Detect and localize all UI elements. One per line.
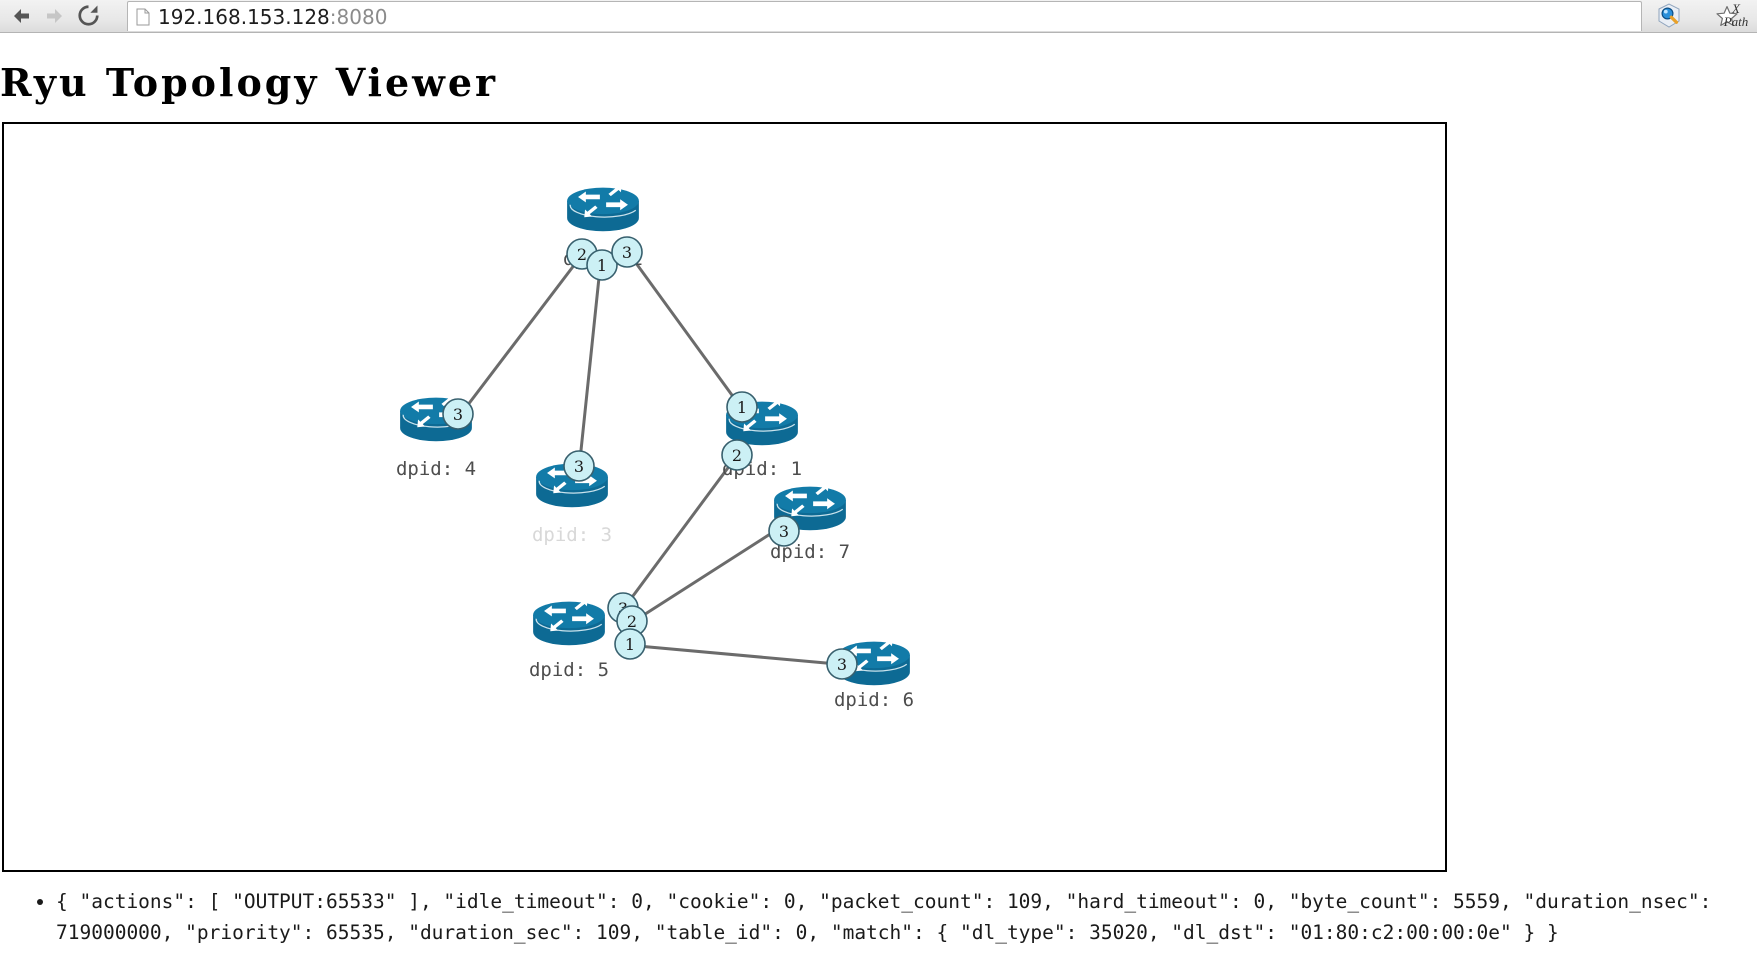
node-label: dpid: 6 xyxy=(834,689,914,711)
topology-link xyxy=(625,460,735,605)
topology-node-5[interactable]: dpid: 5 xyxy=(529,597,609,681)
port-number: 2 xyxy=(627,612,637,631)
port-number: 3 xyxy=(779,522,789,541)
topology-link xyxy=(638,527,779,620)
port-marker[interactable]: 3 xyxy=(826,648,858,680)
port-number: 1 xyxy=(737,398,747,417)
port-marker[interactable]: 3 xyxy=(563,450,595,482)
document-icon xyxy=(136,8,150,25)
port-number: 3 xyxy=(453,405,463,424)
port-number: 3 xyxy=(622,243,632,262)
reload-icon xyxy=(77,5,99,26)
topology-link xyxy=(637,644,838,666)
arrow-right-icon xyxy=(47,8,62,23)
address-bar[interactable]: 192.168.153.128:8080 xyxy=(127,1,1642,31)
browser-toolbar: 192.168.153.128:8080 X Path xyxy=(0,0,1757,33)
url-host-text: 192.168.153.128 xyxy=(158,4,330,29)
arrow-left-icon xyxy=(14,8,29,23)
port-marker[interactable]: 3 xyxy=(611,236,643,268)
port-number: 2 xyxy=(577,245,587,264)
page-title: Ryu Topology Viewer xyxy=(0,60,499,106)
port-number: 3 xyxy=(837,655,847,674)
flow-entry-list: { "actions": [ "OUTPUT:65533" ], "idle_t… xyxy=(0,886,1757,948)
router-icon xyxy=(566,183,640,232)
port-marker[interactable]: 3 xyxy=(768,515,800,547)
topology-link xyxy=(462,259,580,411)
port-marker[interactable]: 1 xyxy=(614,628,646,660)
reload-button[interactable] xyxy=(70,0,106,31)
node-label: dpid: 5 xyxy=(529,659,609,681)
port-number: 3 xyxy=(574,457,584,476)
xpath-extension-label[interactable]: X Path xyxy=(1716,2,1756,28)
topology-nodes[interactable]: dpid: 2dpid: 4dpid: 3dpid: 1dpid: 7dpid:… xyxy=(396,183,914,711)
topology-graph[interactable]: dpid: 2dpid: 4dpid: 3dpid: 1dpid: 7dpid:… xyxy=(4,124,1445,870)
port-number: 1 xyxy=(625,635,635,654)
router-icon xyxy=(532,597,606,646)
topology-canvas[interactable]: dpid: 2dpid: 4dpid: 3dpid: 1dpid: 7dpid:… xyxy=(2,122,1447,872)
port-marker[interactable]: 1 xyxy=(726,391,758,423)
node-label: dpid: 4 xyxy=(396,458,476,480)
magnifier-extension-icon[interactable] xyxy=(1655,3,1683,29)
url-port-text: :8080 xyxy=(329,4,388,29)
node-label: dpid: 3 xyxy=(532,524,612,546)
topology-link xyxy=(631,258,739,403)
port-marker[interactable]: 2 xyxy=(721,439,753,471)
port-marker[interactable]: 3 xyxy=(442,398,474,430)
port-number: 1 xyxy=(597,256,607,275)
list-item: { "actions": [ "OUTPUT:65533" ], "idle_t… xyxy=(56,886,1745,948)
forward-button[interactable] xyxy=(36,0,72,31)
back-button[interactable] xyxy=(4,0,40,31)
topology-link xyxy=(578,267,602,461)
xpath-label-line2: Path xyxy=(1723,14,1749,29)
port-number: 2 xyxy=(732,446,742,465)
